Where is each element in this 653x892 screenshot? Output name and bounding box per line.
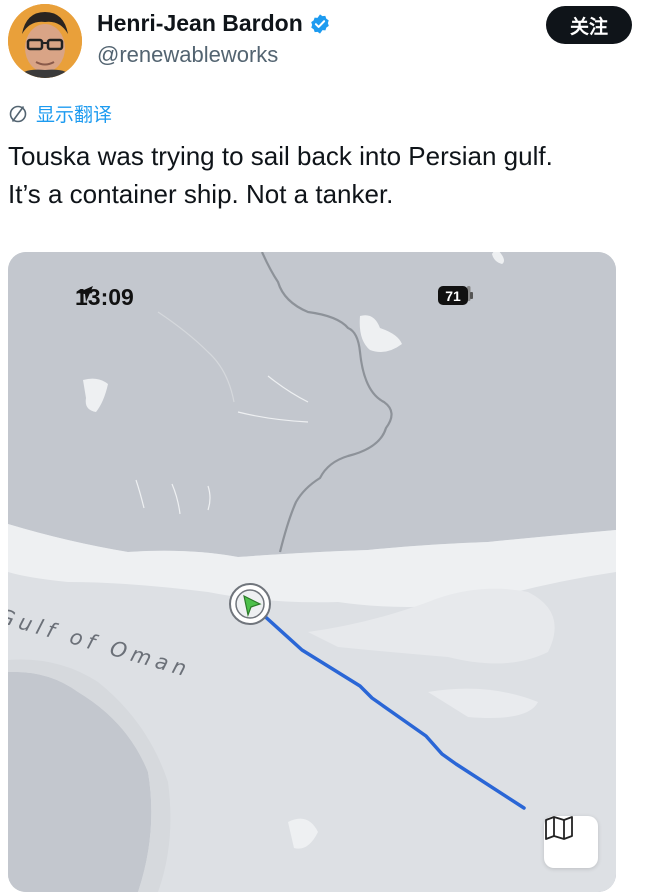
map-icon: [545, 816, 573, 840]
map-view: [8, 252, 616, 892]
status-bar-time: 13:09: [75, 284, 134, 311]
follow-button[interactable]: 关注: [546, 6, 632, 44]
avatar[interactable]: [8, 4, 82, 78]
map-mode-button[interactable]: [544, 816, 598, 868]
show-translation-link[interactable]: 显示翻译: [8, 100, 112, 127]
translate-label: 显示翻译: [36, 105, 113, 126]
translate-icon: [9, 105, 27, 122]
display-name[interactable]: Henri-Jean Bardon: [97, 10, 303, 37]
status-bar-icons: 71: [438, 286, 473, 305]
location-arrow-icon: [77, 286, 93, 302]
tweet-text: Touska was trying to sail back into Pers…: [8, 137, 648, 213]
ship-arrow-icon: [229, 583, 271, 625]
tweet-text-line: Touska was trying to sail back into Pers…: [8, 141, 553, 171]
battery-icon: 71: [438, 286, 473, 305]
handle[interactable]: @renewableworks: [97, 42, 278, 68]
avatar-portrait: [8, 4, 82, 78]
tweet-text-line: It’s a container ship. Not a tanker.: [8, 179, 394, 209]
verified-badge-icon: [310, 13, 329, 34]
author-name-row: Henri-Jean Bardon: [97, 10, 331, 37]
attached-screenshot[interactable]: 13:09 71 Gulf of Oman: [8, 252, 616, 892]
